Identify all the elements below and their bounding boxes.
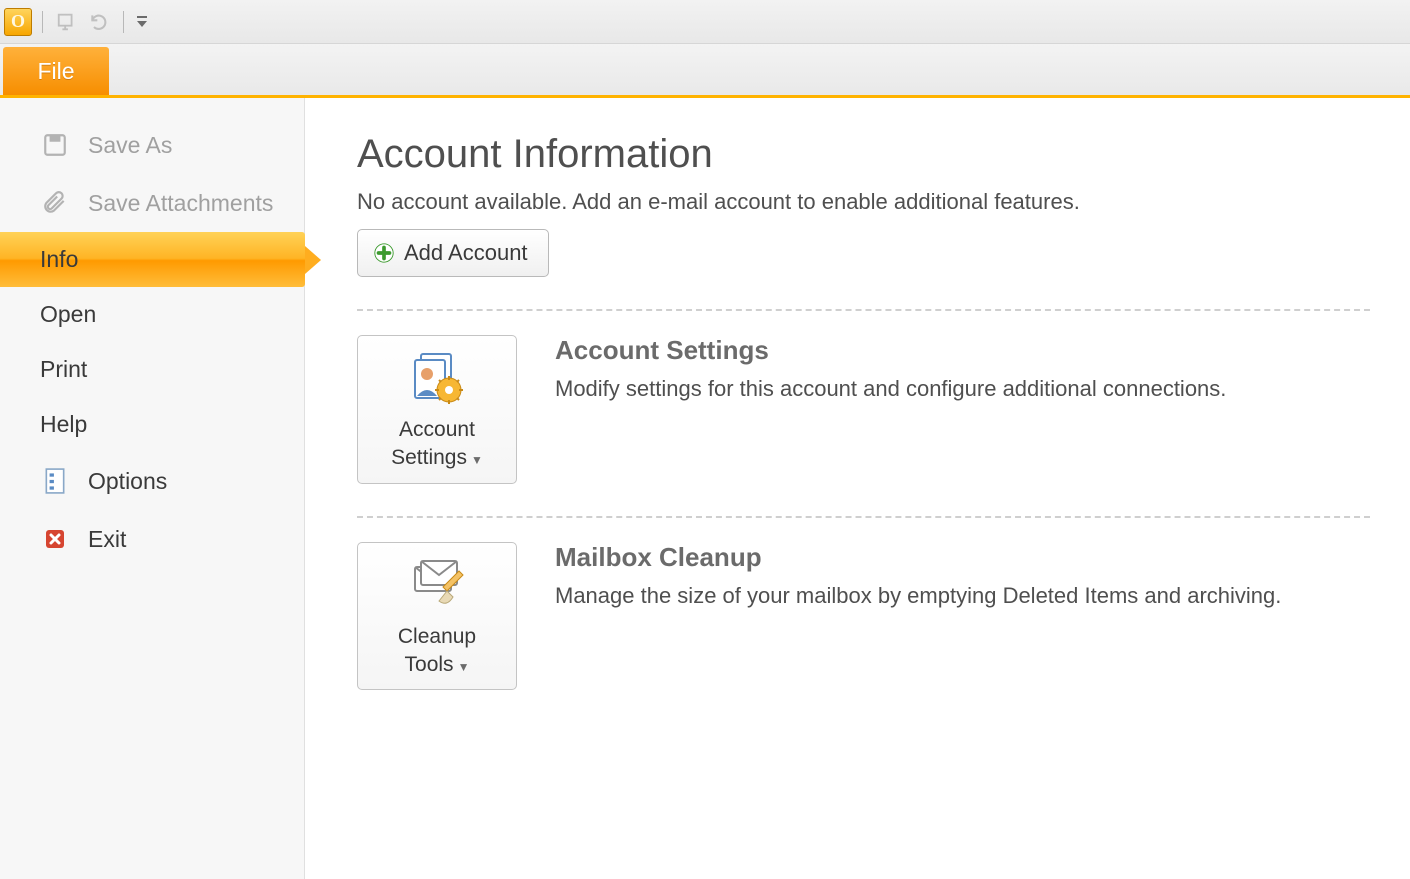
button-label-line1: Cleanup — [398, 623, 476, 651]
sidebar-item-label: Save As — [88, 132, 172, 159]
section-heading: Mailbox Cleanup — [555, 542, 1281, 573]
add-account-label: Add Account — [404, 240, 528, 266]
section-description: Manage the size of your mailbox by empty… — [555, 581, 1281, 611]
mailbox-cleanup-section: Cleanup Tools▼ Mailbox Cleanup Manage th… — [357, 542, 1370, 691]
sidebar-item-label: Exit — [88, 526, 126, 553]
button-label-line2: Settings▼ — [391, 444, 483, 472]
section-description: Modify settings for this account and con… — [555, 374, 1226, 404]
section-heading: Account Settings — [555, 335, 1226, 366]
quick-access-toolbar: O — [0, 0, 1410, 44]
plus-icon — [372, 241, 396, 265]
sidebar-item-save-as: Save As — [0, 116, 304, 174]
backstage-sidebar: Save As Save Attachments Info Open Print… — [0, 98, 305, 879]
no-account-message: No account available. Add an e-mail acco… — [357, 189, 1370, 215]
exit-icon — [40, 524, 70, 554]
account-settings-button[interactable]: Account Settings▼ — [357, 335, 517, 484]
sidebar-item-save-attachments: Save Attachments — [0, 174, 304, 232]
sidebar-item-label: Info — [40, 246, 78, 273]
file-tab[interactable]: File — [3, 47, 109, 95]
ribbon-tabs: File — [0, 44, 1410, 98]
section-divider — [357, 309, 1370, 311]
sidebar-item-info[interactable]: Info — [0, 232, 305, 287]
undo-icon[interactable] — [85, 8, 113, 36]
add-account-button[interactable]: Add Account — [357, 229, 549, 277]
qat-separator — [123, 11, 124, 33]
sidebar-item-label: Options — [88, 468, 167, 495]
cleanup-tools-button[interactable]: Cleanup Tools▼ — [357, 542, 517, 691]
sidebar-item-options[interactable]: Options — [0, 452, 304, 510]
chevron-down-icon: ▼ — [458, 660, 470, 674]
button-label-line2: Tools▼ — [405, 651, 470, 679]
button-label-line1: Account — [399, 416, 475, 444]
options-icon — [40, 466, 70, 496]
chevron-down-icon: ▼ — [471, 453, 483, 467]
sidebar-item-label: Print — [40, 356, 87, 383]
section-divider — [357, 516, 1370, 518]
qat-separator — [42, 11, 43, 33]
page-title: Account Information — [357, 132, 1370, 177]
send-receive-icon[interactable] — [53, 8, 81, 36]
backstage-content: Account Information No account available… — [305, 98, 1410, 879]
account-settings-section: Account Settings▼ Account Settings Modif… — [357, 335, 1370, 484]
save-as-icon — [40, 130, 70, 160]
sidebar-item-help[interactable]: Help — [0, 397, 304, 452]
sidebar-item-label: Save Attachments — [88, 190, 273, 217]
sidebar-item-print[interactable]: Print — [0, 342, 304, 397]
sidebar-item-open[interactable]: Open — [0, 287, 304, 342]
outlook-app-icon[interactable]: O — [4, 8, 32, 36]
account-settings-icon — [405, 350, 469, 406]
attachment-icon — [40, 188, 70, 218]
sidebar-item-label: Open — [40, 301, 96, 328]
sidebar-item-exit[interactable]: Exit — [0, 510, 304, 568]
qat-customize-dropdown[interactable] — [134, 8, 150, 36]
sidebar-item-label: Help — [40, 411, 87, 438]
cleanup-tools-icon — [405, 557, 469, 613]
